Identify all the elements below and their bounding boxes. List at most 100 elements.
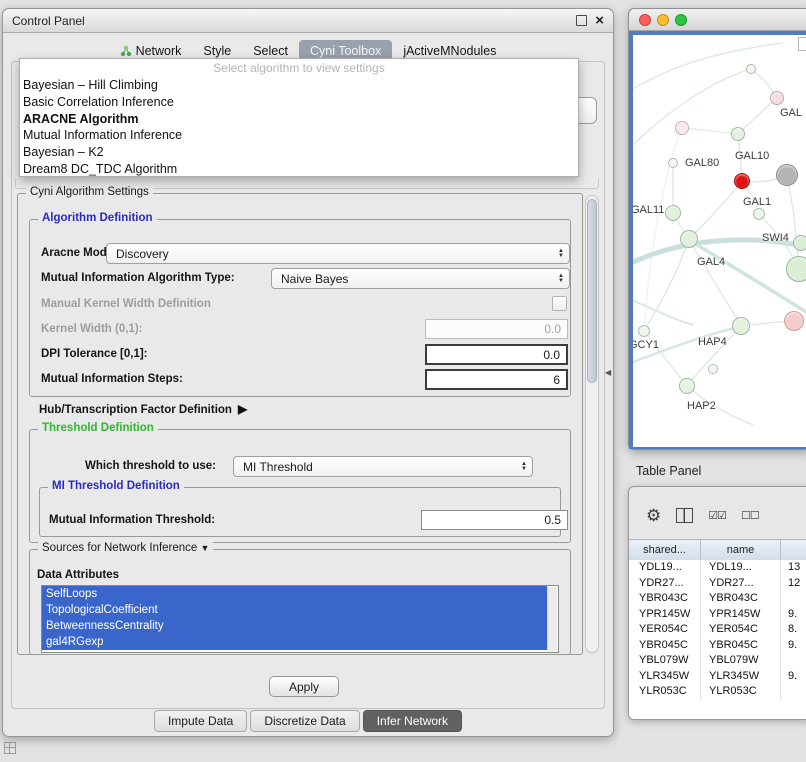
network-node-label: HAP4 <box>698 336 727 348</box>
tab-impute-data[interactable]: Impute Data <box>154 710 247 732</box>
table-row[interactable]: YBR045CYBR045C9. <box>629 638 806 654</box>
table-row[interactable]: YPR145WYPR145W9. <box>629 607 806 623</box>
traffic-light[interactable] <box>639 14 651 26</box>
table-cell: YBR043C <box>629 591 701 607</box>
which-threshold-combo[interactable]: MI Threshold ▲▼ <box>233 456 533 477</box>
tab-discretize-data[interactable]: Discretize Data <box>250 710 359 732</box>
table-row[interactable]: YBL079WYBL079W <box>629 653 806 669</box>
network-node[interactable] <box>638 325 650 337</box>
gear-icon[interactable]: ⚙ <box>646 507 661 524</box>
show-columns-icon[interactable] <box>676 508 693 523</box>
data-attribute-item[interactable]: TopologicalCoefficient <box>42 602 547 618</box>
network-node[interactable] <box>675 121 689 135</box>
collapse-down-icon[interactable]: ▼ <box>201 543 210 553</box>
network-node[interactable] <box>665 205 681 221</box>
table-cell: 9. <box>781 607 806 623</box>
scrollbar-thumb[interactable] <box>587 199 597 383</box>
mi-threshold-field[interactable]: 0.5 <box>421 510 568 530</box>
manual-kernel-checkbox[interactable] <box>552 296 567 311</box>
expand-right-icon[interactable]: ▶ <box>238 402 247 416</box>
traffic-light[interactable] <box>675 14 687 26</box>
algorithm-dropdown-popup: Select algorithm to view settings Bayesi… <box>19 58 579 177</box>
network-node[interactable] <box>793 235 806 251</box>
network-node[interactable] <box>708 364 718 374</box>
attribute-list-scrollbar[interactable] <box>547 587 557 651</box>
table-row[interactable]: YLR053CYLR053C <box>629 684 806 700</box>
float-window-icon[interactable] <box>576 15 587 26</box>
tab-label: Discretize Data <box>264 714 345 728</box>
bottom-tab-bar: Impute Data Discretize Data Infer Networ… <box>3 710 613 732</box>
settings-scrollbar[interactable] <box>585 195 599 653</box>
combo-value: Discovery <box>116 247 169 261</box>
algorithm-option[interactable]: Bayesian – K2 <box>20 144 578 161</box>
control-panel-titlebar[interactable]: Control Panel × <box>3 9 613 33</box>
network-node[interactable] <box>776 164 798 186</box>
apply-button[interactable]: Apply <box>269 676 339 697</box>
resize-grip-icon[interactable] <box>4 742 16 754</box>
network-canvas[interactable]: GALGAL80GAL10GAL11GAL1SWI4GAL4GCY1HAP4HA… <box>633 35 806 447</box>
table-body: YDL19...YDL19...13YDR27...YDR27...12YBR0… <box>629 560 806 719</box>
sources-collapse-header[interactable]: Sources for Network Inference ▼ <box>38 542 213 554</box>
data-attribute-item[interactable]: SelfLoops <box>42 586 547 602</box>
table-row[interactable]: YBR043CYBR043C <box>629 591 806 607</box>
combo-value: Naive Bayes <box>281 272 348 286</box>
algorithm-option[interactable]: ARACNE Algorithm <box>20 111 578 128</box>
dpi-tolerance-field[interactable]: 0.0 <box>425 344 568 365</box>
table-row[interactable]: YDL19...YDL19...13 <box>629 560 806 576</box>
algorithm-option[interactable]: Basic Correlation Inference <box>20 94 578 111</box>
deselect-all-icon[interactable]: ☐☐ <box>741 509 759 522</box>
network-node[interactable] <box>786 256 806 282</box>
mi-steps-field[interactable]: 6 <box>425 369 568 390</box>
table-row[interactable]: YDR27...YDR27...12 <box>629 576 806 592</box>
field-value: 0.0 <box>543 348 560 362</box>
traffic-light[interactable] <box>657 14 669 26</box>
select-all-icon[interactable]: ☑☑ <box>708 509 726 522</box>
tab-infer-network[interactable]: Infer Network <box>363 710 462 732</box>
table-cell: YBL079W <box>701 653 781 669</box>
network-tab-icon <box>120 45 132 57</box>
mi-type-combo[interactable]: Naive Bayes ▲▼ <box>271 268 570 289</box>
hub-definition-expander[interactable]: Hub/Transcription Factor Definition▶ <box>39 402 247 416</box>
network-node[interactable] <box>746 64 756 74</box>
network-window-titlebar[interactable] <box>629 9 806 31</box>
network-node[interactable] <box>679 378 695 394</box>
close-window-icon[interactable]: × <box>595 13 604 28</box>
network-node[interactable] <box>731 127 745 141</box>
table-row[interactable]: YER054CYER054C8. <box>629 622 806 638</box>
kernel-width-field[interactable]: 0.0 <box>425 319 568 339</box>
data-attribute-item[interactable]: BetweennessCentrality <box>42 618 547 634</box>
group-title: Sources for Network Inference <box>42 542 197 554</box>
tab-label: Select <box>253 44 288 58</box>
manual-kernel-label: Manual Kernel Width Definition <box>41 298 211 310</box>
table-row[interactable]: YLR345WYLR345W9. <box>629 669 806 685</box>
table-cell <box>781 591 806 607</box>
data-attributes-label: Data Attributes <box>37 569 119 581</box>
algorithm-option[interactable]: Bayesian – Hill Climbing <box>20 77 578 94</box>
table-header: shared... name <box>629 539 806 561</box>
network-node[interactable] <box>734 173 750 189</box>
column-header-extra[interactable] <box>781 540 806 560</box>
table-cell: YBR045C <box>629 638 701 654</box>
table-cell: YPR145W <box>629 607 701 623</box>
table-cell: 9. <box>781 638 806 654</box>
network-node-label: GAL4 <box>697 256 725 268</box>
column-header-name[interactable]: name <box>701 540 781 560</box>
network-node[interactable] <box>680 230 698 248</box>
network-node[interactable] <box>732 317 750 335</box>
data-attribute-item[interactable]: gal4RGexp <box>42 634 547 650</box>
network-node[interactable] <box>770 91 784 105</box>
table-cell: YDL19... <box>701 560 781 576</box>
combo-value: MI Threshold <box>243 460 313 474</box>
tab-label: Impute Data <box>168 714 233 728</box>
network-node[interactable] <box>784 311 804 331</box>
table-cell: 9. <box>781 669 806 685</box>
column-header-shared[interactable]: shared... <box>629 540 701 560</box>
network-scrollbar[interactable] <box>798 37 806 51</box>
algorithm-option[interactable]: Mutual Information Inference <box>20 127 578 144</box>
data-attributes-list[interactable]: SelfLoopsTopologicalCoefficientBetweenne… <box>41 585 559 653</box>
collapse-panel-icon[interactable]: ◀ <box>605 368 611 377</box>
network-node[interactable] <box>753 208 765 220</box>
network-node[interactable] <box>668 158 678 168</box>
algorithm-option[interactable]: Dream8 DC_TDC Algorithm <box>20 161 578 178</box>
aracne-mode-combo[interactable]: Discovery ▲▼ <box>106 243 570 264</box>
